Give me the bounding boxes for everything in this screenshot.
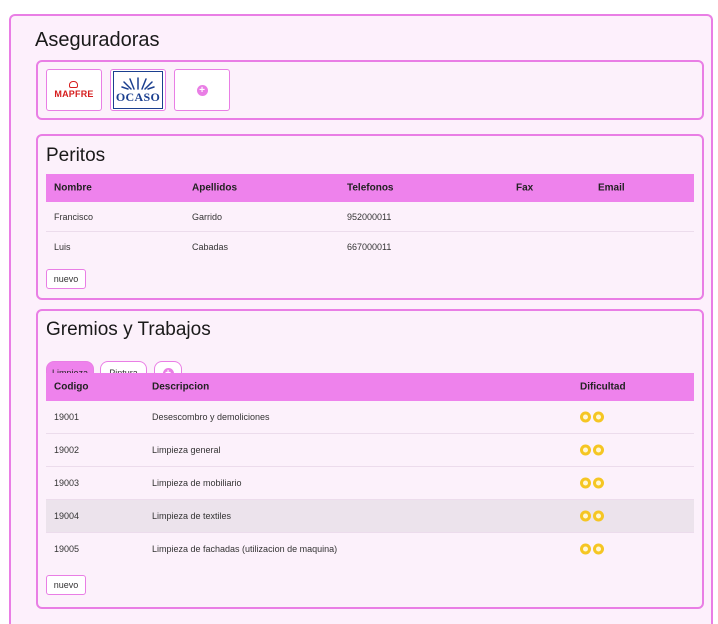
column-header-email: Email: [598, 182, 625, 194]
add-insurer-button[interactable]: +: [174, 69, 230, 111]
column-header-nombre: Nombre: [54, 182, 92, 194]
ocaso-logo-text: OCASO: [115, 90, 161, 104]
expert-nombre: Luis: [54, 241, 71, 252]
new-trade-button[interactable]: nuevo: [46, 575, 86, 595]
insurer-logo-ocaso[interactable]: OCASO: [110, 69, 166, 111]
table-row[interactable]: 19004 Limpieza de textiles: [46, 500, 694, 533]
star-icon: [580, 411, 591, 423]
star-icon: [580, 510, 591, 522]
difficulty-rating: [580, 477, 604, 489]
trade-descripcion: Limpieza de textiles: [152, 511, 232, 521]
expert-apellidos: Cabadas: [192, 241, 229, 252]
experts-panel: Peritos Nombre Apellidos Telefonos Fax E…: [36, 134, 704, 300]
new-expert-button[interactable]: nuevo: [46, 269, 86, 289]
plus-circle-icon: +: [196, 84, 208, 96]
difficulty-rating: [580, 543, 604, 555]
star-icon: [593, 543, 604, 555]
experts-title: Peritos: [46, 145, 106, 166]
column-header-apellidos: Apellidos: [192, 182, 238, 194]
table-row[interactable]: Francisco Garrido 952000011: [46, 202, 694, 232]
star-icon: [593, 411, 604, 423]
column-header-codigo: Codigo: [54, 381, 89, 393]
expert-apellidos: Garrido: [192, 211, 223, 222]
table-row[interactable]: 19002 Limpieza general: [46, 434, 694, 467]
expert-nombre: Francisco: [54, 211, 94, 222]
column-header-dificultad: Dificultad: [580, 381, 626, 393]
trade-descripcion: Desescombro y demoliciones: [152, 412, 270, 422]
table-row[interactable]: 19003 Limpieza de mobiliario: [46, 467, 694, 500]
difficulty-rating: [580, 510, 604, 522]
experts-table-header: Nombre Apellidos Telefonos Fax Email: [46, 174, 694, 202]
column-header-fax: Fax: [516, 182, 534, 194]
insurer-logo-mapfre[interactable]: MAPFRE: [46, 69, 102, 111]
sunrise-icon: [121, 77, 155, 90]
trades-title: Gremios y Trabajos: [46, 319, 211, 340]
expert-telefonos: 667000011: [347, 241, 392, 252]
table-row[interactable]: 19005 Limpieza de fachadas (utilizacion …: [46, 533, 694, 565]
star-icon: [593, 444, 604, 456]
difficulty-rating: [580, 411, 604, 423]
trades-panel: Gremios y Trabajos Limpieza Pintura + Co…: [36, 309, 704, 609]
column-header-descripcion: Descripcion: [152, 381, 210, 393]
trade-descripcion: Limpieza general: [152, 445, 221, 455]
trades-table-header: Codigo Descripcion Dificultad: [46, 373, 694, 401]
star-icon: [580, 543, 591, 555]
main-panel: Aseguradoras MAPFRE OCASO + Peritos Nomb…: [9, 14, 713, 624]
star-icon: [580, 477, 591, 489]
trade-descripcion: Limpieza de mobiliario: [152, 478, 242, 488]
trade-codigo: 19004: [54, 511, 80, 521]
star-icon: [580, 444, 591, 456]
trade-codigo: 19001: [54, 412, 80, 422]
trade-codigo: 19003: [54, 478, 80, 488]
page-title: Aseguradoras: [35, 29, 160, 51]
star-icon: [593, 510, 604, 522]
trade-descripcion: Limpieza de fachadas (utilizacion de maq…: [152, 544, 338, 554]
column-header-telefonos: Telefonos: [347, 182, 394, 194]
star-icon: [593, 477, 604, 489]
table-row[interactable]: Luis Cabadas 667000011: [46, 232, 694, 261]
trade-codigo: 19002: [54, 445, 80, 455]
expert-telefonos: 952000011: [347, 211, 392, 222]
trade-codigo: 19005: [54, 544, 80, 554]
mapfre-logo-text: MAPFRE: [54, 89, 94, 99]
table-row[interactable]: 19001 Desescombro y demoliciones: [46, 401, 694, 434]
difficulty-rating: [580, 444, 604, 456]
mapfre-mark-icon: [69, 81, 79, 88]
insurers-panel: MAPFRE OCASO +: [36, 60, 704, 120]
